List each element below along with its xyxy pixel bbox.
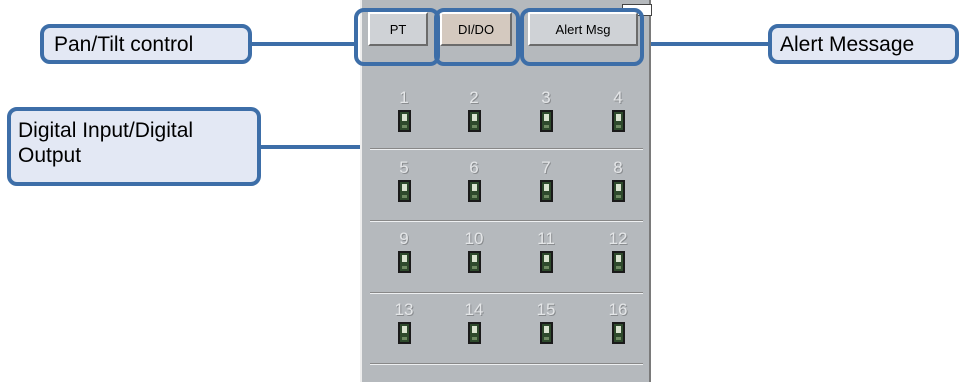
dido-callout-text-1: Digital Input/Digital <box>18 119 194 142</box>
alert-callout-text: Alert Message <box>780 33 915 56</box>
io-switch-icon[interactable] <box>467 110 481 132</box>
row-separator <box>370 220 643 222</box>
io-channel-number: 12 <box>608 229 628 248</box>
tab-pt-label: PT <box>389 21 407 37</box>
pan-tilt-callout-text: Pan/Tilt control <box>54 33 194 56</box>
io-channel-1[interactable]: 1 <box>384 88 424 132</box>
io-channel-8[interactable]: 8 <box>598 158 638 202</box>
alert-callout: Alert Message <box>768 24 959 64</box>
io-channel-16[interactable]: 16 <box>598 300 638 344</box>
io-channel-number: 8 <box>613 158 623 177</box>
io-channel-number: 11 <box>537 229 555 248</box>
tab-alert-msg[interactable]: Alert Msg <box>528 12 638 46</box>
io-channel-14[interactable]: 14 <box>454 300 494 344</box>
io-channel-9[interactable]: 9 <box>384 229 424 273</box>
row-separator <box>370 292 643 294</box>
tab-dido-label: DI/DO <box>457 21 495 37</box>
io-channel-number: 1 <box>399 88 409 107</box>
io-channel-5[interactable]: 5 <box>384 158 424 202</box>
dido-callout: Digital Input/Digital Output <box>7 107 261 186</box>
io-switch-icon[interactable] <box>467 322 481 344</box>
pan-tilt-connector <box>252 42 356 46</box>
io-switch-icon[interactable] <box>611 251 625 273</box>
io-channel-10[interactable]: 10 <box>454 229 494 273</box>
io-channel-number: 16 <box>608 300 628 319</box>
tab-dido[interactable]: DI/DO <box>440 12 512 46</box>
tab-pt[interactable]: PT <box>368 12 428 46</box>
io-channel-2[interactable]: 2 <box>454 88 494 132</box>
io-channel-number: 6 <box>469 158 479 177</box>
io-channel-number: 13 <box>394 300 414 319</box>
io-channel-number: 14 <box>464 300 484 319</box>
io-channel-15[interactable]: 15 <box>526 300 566 344</box>
io-channel-number: 5 <box>399 158 409 177</box>
io-channel-7[interactable]: 7 <box>526 158 566 202</box>
io-switch-icon[interactable] <box>397 251 411 273</box>
io-channel-6[interactable]: 6 <box>454 158 494 202</box>
io-switch-icon[interactable] <box>611 322 625 344</box>
io-switch-icon[interactable] <box>539 251 553 273</box>
tab-alert-label: Alert Msg <box>555 21 611 37</box>
io-switch-icon[interactable] <box>611 180 625 202</box>
io-channel-13[interactable]: 13 <box>384 300 424 344</box>
io-channel-number: 10 <box>464 229 484 248</box>
io-channel-number: 15 <box>536 300 556 319</box>
io-switch-icon[interactable] <box>539 322 553 344</box>
io-switch-icon[interactable] <box>397 180 411 202</box>
io-switch-icon[interactable] <box>397 110 411 132</box>
pan-tilt-callout: Pan/Tilt control <box>40 24 252 64</box>
io-channel-number: 7 <box>541 158 551 177</box>
io-channel-number: 2 <box>469 88 479 107</box>
dido-callout-text-2: Output <box>18 144 82 167</box>
io-channel-number: 3 <box>541 88 551 107</box>
io-switch-icon[interactable] <box>539 110 553 132</box>
io-channel-12[interactable]: 12 <box>598 229 638 273</box>
io-channel-11[interactable]: 11 <box>526 229 566 273</box>
io-switch-icon[interactable] <box>467 180 481 202</box>
io-switch-icon[interactable] <box>467 251 481 273</box>
alert-connector <box>642 42 770 46</box>
io-switch-icon[interactable] <box>611 110 625 132</box>
io-channel-3[interactable]: 3 <box>526 88 566 132</box>
io-switch-icon[interactable] <box>397 322 411 344</box>
io-channel-number: 9 <box>399 229 409 248</box>
io-channel-4[interactable]: 4 <box>598 88 638 132</box>
row-separator <box>370 363 643 365</box>
io-channel-number: 4 <box>613 88 623 107</box>
row-separator <box>370 148 643 150</box>
io-switch-icon[interactable] <box>539 180 553 202</box>
